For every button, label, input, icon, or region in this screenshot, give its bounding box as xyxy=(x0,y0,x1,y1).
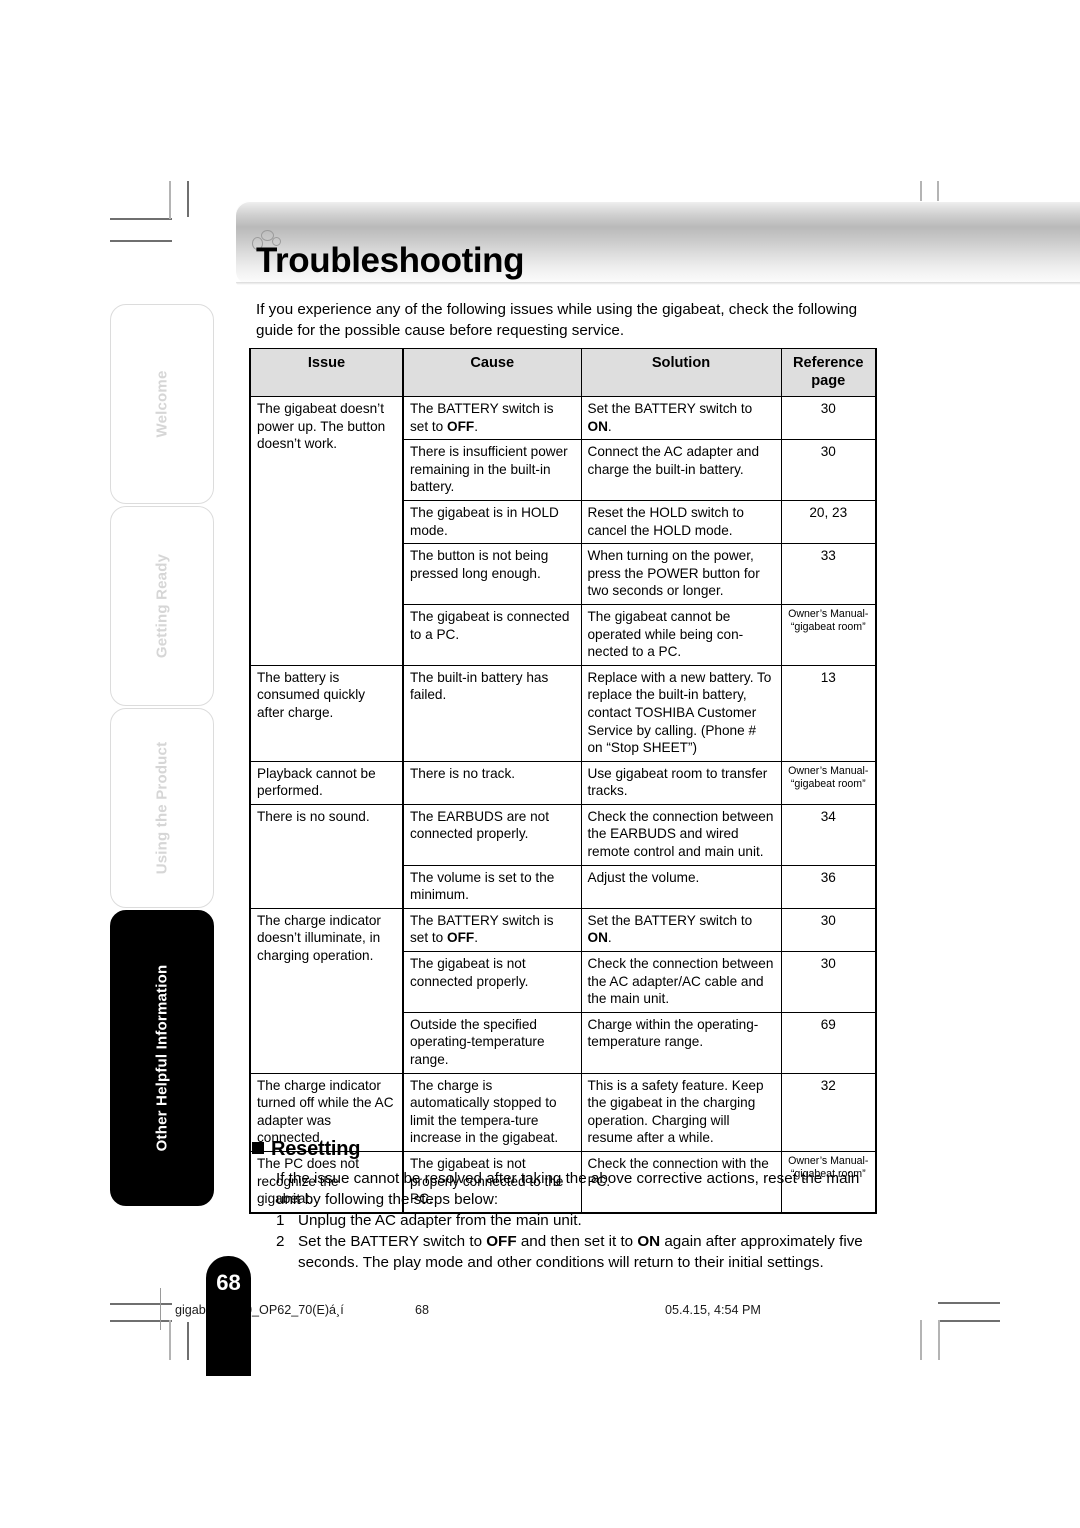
cell-issue: The gigabeat doesn’t power up. The butto… xyxy=(249,396,404,666)
troubleshooting-table: Issue Cause Solution Reference page The … xyxy=(249,348,877,1214)
cell-issue: The charge indicator doesn’t illuminate,… xyxy=(249,907,404,1074)
cell-cause: The charge is automatically stopped to l… xyxy=(402,1072,582,1152)
reset-step-text: Unplug the AC adapter from the main unit… xyxy=(298,1212,582,1229)
cell-issue: The battery is consumed quickly after ch… xyxy=(249,664,404,762)
column-header-issue: Issue xyxy=(249,348,404,397)
cell-cause: The BATTERY switch is set to OFF. xyxy=(402,395,582,441)
cell-reference-page: 69 xyxy=(780,1011,877,1074)
intro-paragraph: If you experience any of the following i… xyxy=(256,301,858,339)
cell-reference-page: 30 xyxy=(780,907,877,953)
cell-cause: The button is not being pressed long eno… xyxy=(402,543,582,605)
footer-timestamp: 05.4.15, 4:54 PM xyxy=(665,1303,761,1317)
column-header-reference-page: Reference page xyxy=(780,348,877,397)
cell-issue: Playback cannot be performed. xyxy=(249,760,404,805)
crop-mark-line xyxy=(110,218,172,220)
crop-mark-line xyxy=(110,1320,172,1322)
cell-cause: There is no track. xyxy=(402,760,582,805)
page-number-tab: 68 xyxy=(206,1256,251,1376)
cell-solution: Check the connection between the AC adap… xyxy=(580,951,782,1013)
crop-mark-line xyxy=(169,1320,171,1360)
reset-step-text: Set the BATTERY switch to OFF and then s… xyxy=(298,1233,863,1271)
cell-reference-page: Owner’s Manual- “gigabeat room” xyxy=(780,760,877,805)
cell-reference-page: 20, 23 xyxy=(780,499,877,545)
table-body: The gigabeat doesn’t power up. The butto… xyxy=(249,395,877,1214)
table-row: The battery is consumed quickly after ch… xyxy=(249,664,877,762)
footer-page-label: 68 xyxy=(415,1303,430,1317)
sidebar-item-label: Other Helpful Information xyxy=(153,964,171,1152)
table-row: Playback cannot be performed. There is no… xyxy=(249,760,877,805)
cell-cause: The gigabeat is connected to a PC. xyxy=(402,603,582,666)
cell-cause: The volume is set to the minimum. xyxy=(402,864,582,909)
cell-cause: Outside the specified operating-temperat… xyxy=(402,1011,582,1074)
sidebar-item-label: Welcome xyxy=(153,370,171,438)
reset-step: 2 Set the BATTERY switch to OFF and then… xyxy=(276,1231,882,1273)
cell-cause: The EARBUDS are not connected properly. xyxy=(402,803,582,866)
page-number: 68 xyxy=(216,1270,241,1295)
reset-step-number: 1 xyxy=(276,1212,285,1229)
resetting-intro: If the issue cannot be resolved after ta… xyxy=(276,1170,860,1208)
page-title: Troubleshooting xyxy=(256,241,525,280)
cell-solution: Use gigabeat room to transfer tracks. xyxy=(580,760,782,805)
resetting-heading: Resetting xyxy=(252,1138,361,1161)
cell-solution: Replace with a new battery. To replace t… xyxy=(580,664,782,762)
cell-cause: The BATTERY switch is set to OFF. xyxy=(402,907,582,953)
cell-reference-page: 30 xyxy=(780,439,877,501)
sidebar-item-getting-ready[interactable]: Getting Ready xyxy=(110,506,214,706)
crop-mark-line xyxy=(169,181,171,219)
cell-issue: There is no sound. xyxy=(249,803,404,909)
cell-reference-page: Owner’s Manual- “gigabeat room” xyxy=(780,603,877,666)
bullet-square-icon xyxy=(252,1142,264,1154)
reset-step: 1 Unplug the AC adapter from the main un… xyxy=(276,1210,882,1231)
table-row: There is no sound. The EARBUDS are not co… xyxy=(249,803,877,909)
crop-mark-line xyxy=(920,1320,922,1360)
cell-reference-page: 30 xyxy=(780,395,877,441)
reset-step-number: 2 xyxy=(276,1233,285,1250)
crop-mark-line xyxy=(938,1320,1000,1322)
cell-reference-page: 36 xyxy=(780,864,877,909)
cell-solution: Connect the AC adapter and charge the bu… xyxy=(580,439,782,501)
cell-solution: When turning on the power, press the POW… xyxy=(580,543,782,605)
sidebar-item-other-helpful-information[interactable]: Other Helpful Information xyxy=(110,910,214,1206)
cell-solution: Reset the HOLD switch to cancel the HOLD… xyxy=(580,499,782,545)
cell-reference-page: 30 xyxy=(780,951,877,1013)
cell-reference-page: 13 xyxy=(780,664,877,762)
cell-solution: Set the BATTERY switch to ON. xyxy=(580,395,782,441)
cell-cause: There is insufficient power remaining in… xyxy=(402,439,582,501)
cell-reference-page: 33 xyxy=(780,543,877,605)
table-header-row: Issue Cause Solution Reference page xyxy=(249,348,877,397)
sidebar-item-using-the-product[interactable]: Using the Product xyxy=(110,708,214,908)
cell-solution: This is a safety feature. Keep the gigab… xyxy=(580,1072,782,1152)
cell-reference-page: 32 xyxy=(780,1072,877,1152)
footer-divider xyxy=(160,1288,161,1330)
cell-solution: Charge within the operating-temperature … xyxy=(580,1011,782,1074)
resetting-heading-label: Resetting xyxy=(271,1138,361,1160)
cell-cause: The gigabeat is not connected properly. xyxy=(402,951,582,1013)
crop-mark-line xyxy=(187,181,189,217)
cell-solution: Check the connection between the EARBUDS… xyxy=(580,803,782,866)
column-header-cause: Cause xyxy=(402,348,582,397)
sidebar-item-label: Using the Product xyxy=(153,741,171,875)
cell-cause: The built-in battery has failed. xyxy=(402,664,582,762)
cell-solution: Adjust the volume. xyxy=(580,864,782,909)
cell-solution: Set the BATTERY switch to ON. xyxy=(580,907,782,953)
crop-mark-line xyxy=(938,1320,940,1360)
cell-reference-page: 34 xyxy=(780,803,877,866)
column-header-solution: Solution xyxy=(580,348,782,397)
crop-mark-line xyxy=(938,1302,1000,1304)
sidebar-item-welcome[interactable]: Welcome xyxy=(110,304,214,504)
table-row: The charge indicator doesn’t illuminate,… xyxy=(249,907,877,1074)
footer-filename: gigabeat_F60_OP62_70(E)á¸í xyxy=(175,1303,344,1317)
crop-mark-line xyxy=(110,1303,172,1305)
table-row: The gigabeat doesn’t power up. The butto… xyxy=(249,395,877,666)
crop-mark-line xyxy=(110,240,172,242)
sidebar-item-label: Getting Ready xyxy=(153,553,171,659)
cell-solution: The gigabeat cannot be operated while be… xyxy=(580,603,782,666)
crop-mark-line xyxy=(187,1322,189,1360)
cell-cause: The gigabeat is in HOLD mode. xyxy=(402,499,582,545)
